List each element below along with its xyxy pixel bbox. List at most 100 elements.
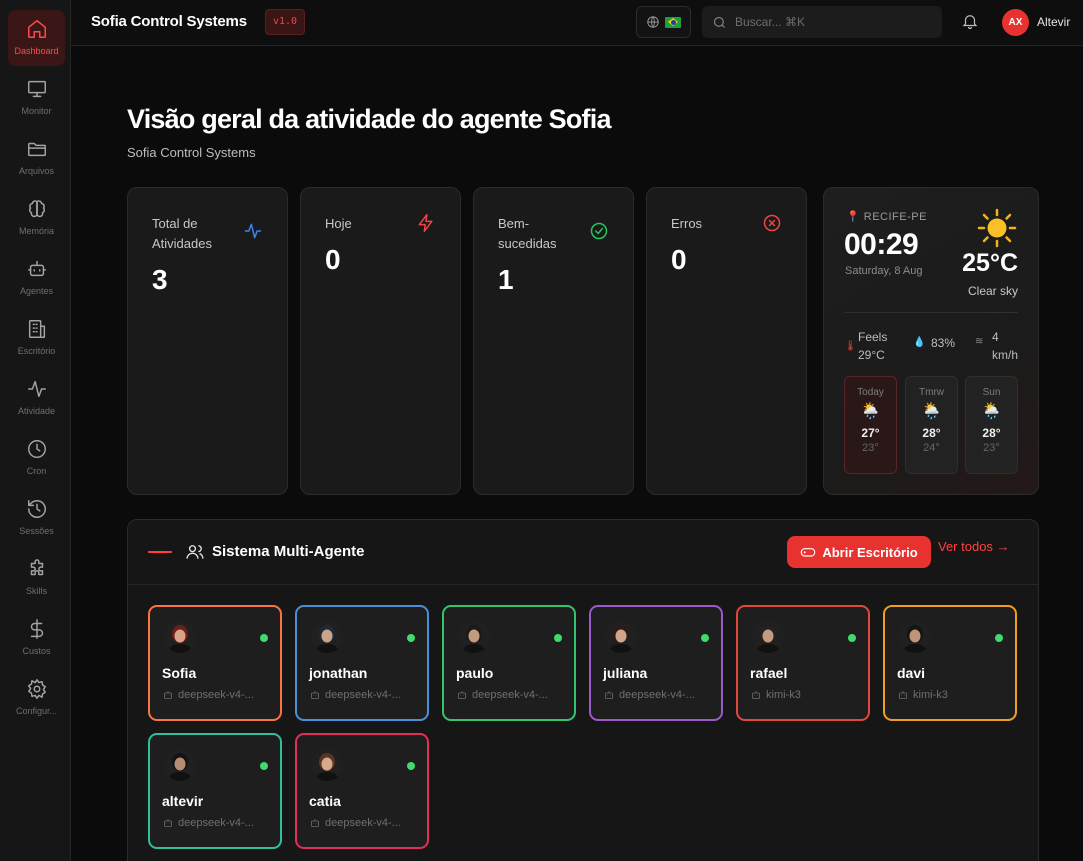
weather-condition: Clear sky [967, 284, 1018, 298]
notifications-button[interactable] [961, 12, 979, 35]
stat-value: 0 [671, 244, 687, 275]
panel-header: Sistema Multi-Agente Abrir Escritório Ve… [128, 520, 1038, 585]
forecast-day: Sun 🌦️ 28° 23° [965, 376, 1018, 474]
agent-model: deepseek-v4-... [309, 689, 419, 701]
panel-title: Sistema Multi-Agente [212, 543, 365, 560]
avatar [311, 621, 343, 653]
page-title: Visão geral da atividade do agente Sofia [127, 104, 611, 134]
avatar [458, 621, 490, 653]
agent-name: juliana [603, 665, 648, 681]
agent-model: kimi-k3 [750, 689, 860, 701]
forecast-day: Tmrw 🌦️ 28° 24° [905, 376, 958, 474]
sidebar-item-configuracoes[interactable]: Configur... [8, 670, 65, 726]
bell-icon [962, 15, 978, 30]
app-title: Sofia Control Systems [91, 13, 247, 30]
sidebar-item-memoria[interactable]: Memória [8, 190, 65, 246]
sidebar-item-label: Configur... [15, 706, 58, 716]
user-name[interactable]: Altevir [1037, 15, 1070, 29]
agent-name: rafael [750, 665, 788, 681]
sidebar-item-label: Cron [26, 466, 47, 476]
open-office-button[interactable]: Abrir Escritório [787, 536, 931, 568]
bot-icon [311, 819, 319, 827]
sidebar-item-monitor[interactable]: Monitor [8, 70, 65, 126]
see-all-link[interactable]: Ver todos → [938, 539, 1010, 554]
online-status-dot [260, 762, 268, 770]
brain-icon [28, 200, 45, 218]
avatar [899, 621, 931, 653]
agent-card[interactable]: rafael kimi-k3 [736, 605, 870, 721]
brazil-flag-icon [665, 16, 681, 28]
sidebar-item-atividade[interactable]: Atividade [8, 370, 65, 426]
multi-agent-panel: Sistema Multi-Agente Abrir Escritório Ve… [127, 519, 1039, 861]
settings-icon [27, 679, 46, 699]
version-badge: v1.0 [265, 9, 306, 35]
home-icon [27, 20, 46, 38]
agent-card[interactable]: juliana deepseek-v4-... [589, 605, 723, 721]
x-circle-icon [762, 213, 782, 238]
agent-name: jonathan [309, 665, 368, 681]
stat-card-sucesso: Bem-sucedidas 1 [473, 187, 634, 495]
sun-icon [977, 208, 1017, 248]
agent-card[interactable]: davi kimi-k3 [883, 605, 1017, 721]
puzzle-icon [30, 559, 43, 576]
sidebar-item-label: Agentes [19, 286, 54, 296]
weather-feels-like: 🌡 Feels 29°C [844, 330, 888, 362]
sidebar-item-agentes[interactable]: Agentes [8, 250, 65, 306]
clock-icon [27, 440, 46, 458]
sidebar-item-escritorio[interactable]: Escritório [8, 310, 65, 366]
user-avatar[interactable]: AX [1002, 9, 1029, 36]
agent-name: catia [309, 793, 341, 809]
sidebar-item-label: Memória [18, 226, 54, 236]
sidebar-item-label: Dashboard [14, 46, 59, 56]
sidebar-item-cron[interactable]: Cron [8, 430, 65, 486]
online-status-dot [260, 634, 268, 642]
sidebar-item-label: Atividade [17, 406, 56, 416]
agent-card[interactable]: altevir deepseek-v4-... [148, 733, 282, 849]
divider [844, 312, 1018, 313]
weather-temperature: 25°C [962, 249, 1018, 277]
bot-icon [899, 691, 907, 699]
gamepad-icon [801, 548, 816, 557]
droplets-icon: 💧 [913, 337, 926, 348]
stat-label: Erros [671, 216, 703, 231]
sidebar-item-arquivos[interactable]: Arquivos [8, 130, 65, 186]
stat-label: Hoje [325, 216, 352, 231]
stat-label: Bem-sucedidas [498, 216, 557, 251]
weather-wind: ≋ 4 km/h [975, 330, 1019, 362]
agent-card[interactable]: catia deepseek-v4-... [295, 733, 429, 849]
folder-icon [27, 142, 46, 157]
search-placeholder: Buscar... ⌘K [735, 15, 806, 29]
stat-value: 0 [325, 244, 341, 275]
history-icon [27, 500, 46, 518]
agent-name: Sofia [162, 665, 197, 681]
avatar [164, 621, 196, 653]
users-icon [185, 542, 205, 567]
agent-card[interactable]: Sofia deepseek-v4-... [148, 605, 282, 721]
stat-card-hoje: Hoje 0 [300, 187, 461, 495]
rain-cloud-icon: 🌦️ [981, 403, 1002, 420]
building-icon [28, 320, 45, 338]
avatar [605, 621, 637, 653]
agent-card[interactable]: paulo deepseek-v4-... [442, 605, 576, 721]
sidebar-item-sessoes[interactable]: Sessões [8, 490, 65, 546]
sidebar-item-label: Sessões [19, 526, 54, 536]
search-input[interactable]: Buscar... ⌘K [702, 6, 942, 38]
agent-card[interactable]: jonathan deepseek-v4-... [295, 605, 429, 721]
sidebar-item-skills[interactable]: Skills [8, 550, 65, 606]
language-button[interactable] [636, 6, 691, 38]
search-icon [713, 16, 725, 28]
sidebar-item-label: Arquivos [18, 166, 54, 176]
thermometer-icon: 🌡 [844, 341, 857, 352]
wind-icon: ≋ [975, 336, 984, 347]
sidebar-item-dashboard[interactable]: Dashboard [8, 10, 65, 66]
bot-icon [605, 691, 613, 699]
stat-label: Total de Atividades [152, 216, 212, 251]
dollar-icon [30, 619, 43, 639]
avatar [164, 749, 196, 781]
sidebar-item-custos[interactable]: Custos [8, 610, 65, 666]
bot-icon [752, 691, 760, 699]
sidebar-item-label: Skills [25, 586, 47, 596]
stat-value: 1 [498, 264, 514, 295]
weather-time: 00:29 [844, 228, 919, 261]
forecast-day: Today 🌦️ 27° 23° [844, 376, 897, 474]
